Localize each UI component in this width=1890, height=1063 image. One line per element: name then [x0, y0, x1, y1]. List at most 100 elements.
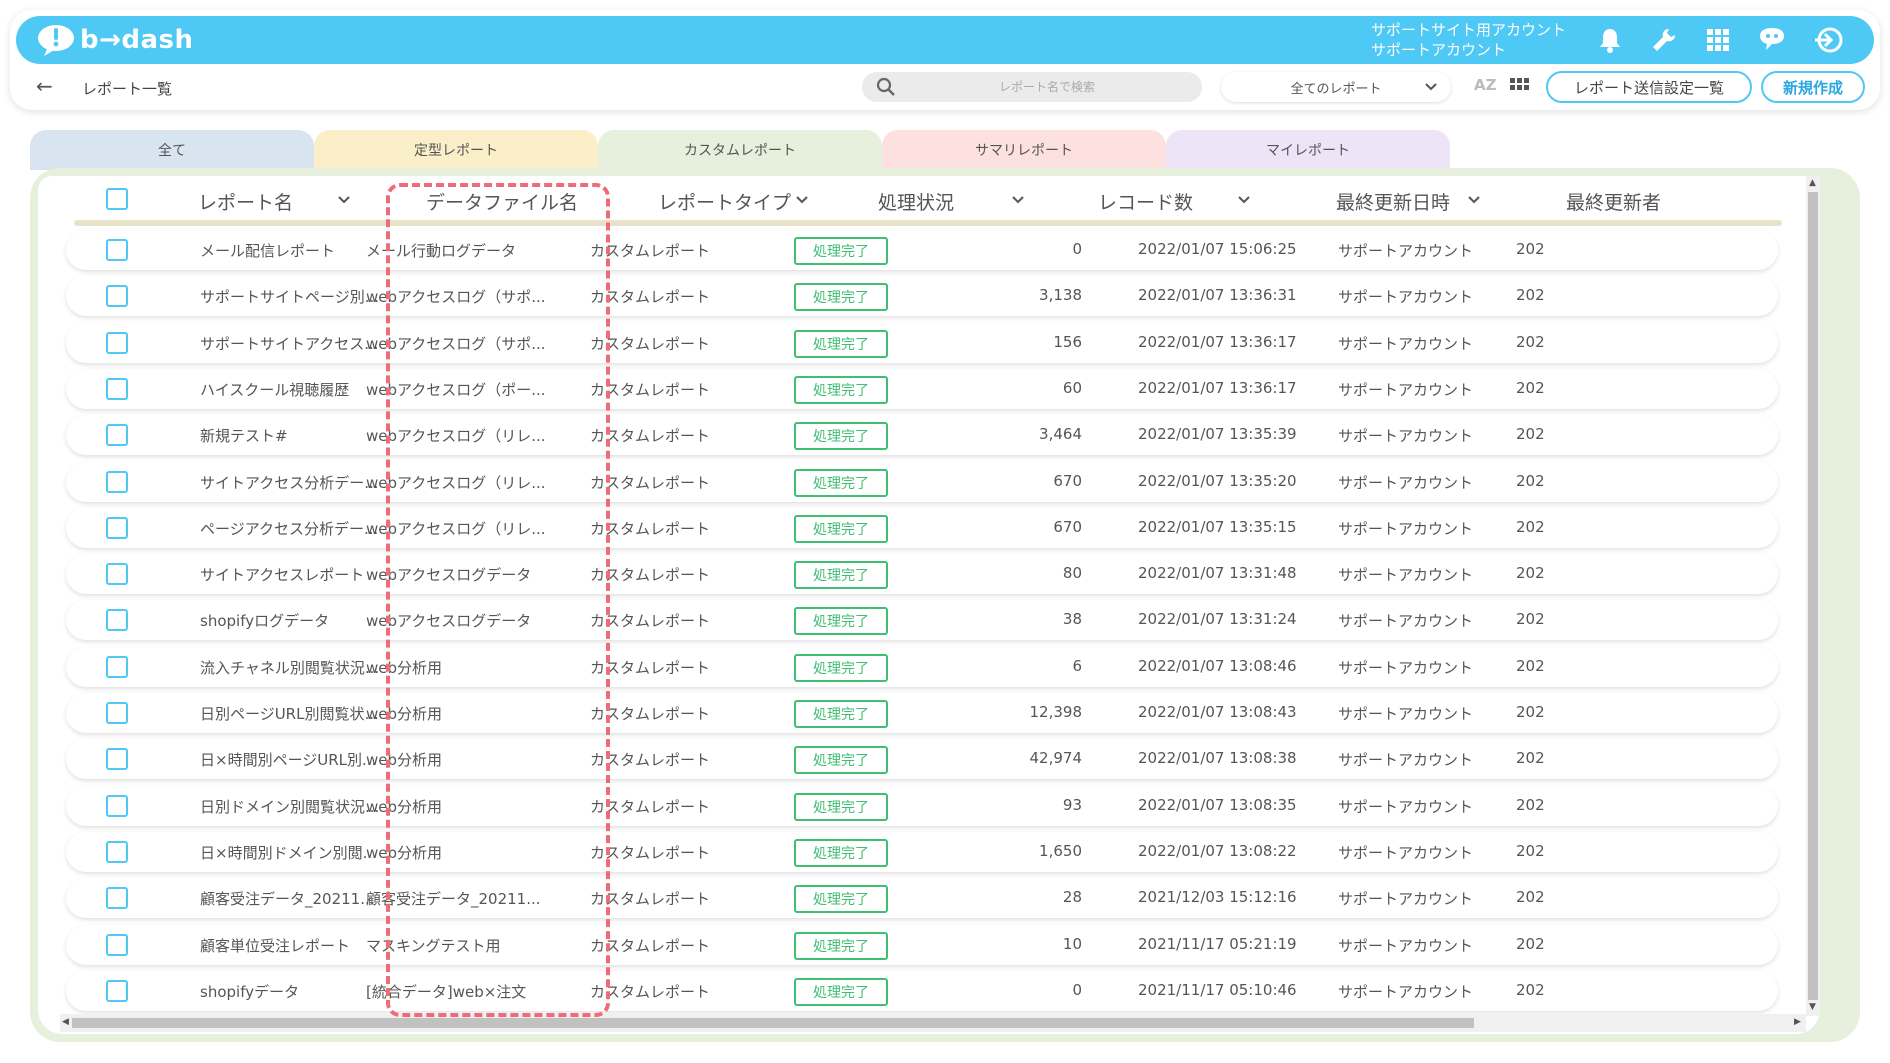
sort-chevron-icon[interactable] [336, 192, 352, 208]
report-name-cell[interactable]: 日別ページURL別閲覧状... [200, 703, 379, 724]
back-arrow-icon[interactable]: ← [36, 74, 53, 98]
row-checkbox[interactable] [106, 516, 128, 539]
table-row[interactable]: 顧客受注データ_20211... 顧客受注データ_20211... カスタムレポート… [66, 878, 1778, 919]
horizontal-scroll-thumb[interactable] [72, 1018, 1474, 1028]
row-checkbox[interactable] [106, 424, 128, 447]
new-report-button[interactable]: 新規作成 [1761, 71, 1865, 103]
report-name-cell[interactable]: shopifyデータ [200, 981, 299, 1002]
table-row[interactable]: 流入チャネル別閲覧状況... web分析用 カスタムレポート 処理完了 6 2022/01… [66, 646, 1778, 687]
support-chat-icon[interactable] [1756, 24, 1788, 56]
vertical-scrollbar[interactable]: ▲ ▼ [1806, 176, 1820, 1016]
tab-4[interactable]: マイレポート [1166, 130, 1450, 170]
table-row[interactable]: shopifyログデータ webアクセスログデータ カスタムレポート 処理完了 38 20… [66, 600, 1778, 641]
tab-2[interactable]: カスタムレポート [598, 130, 882, 170]
scroll-up-arrow-icon[interactable]: ▲ [1809, 178, 1816, 188]
report-name-cell[interactable]: ページアクセス分析デー... [200, 518, 378, 539]
sort-chevron-icon[interactable] [1010, 192, 1026, 208]
column-header-2[interactable]: レポートタイプ [658, 188, 791, 215]
report-name-cell[interactable]: 新規テスト# [200, 425, 288, 446]
report-name-cell[interactable]: サポートサイトページ別... [200, 286, 379, 307]
table-row[interactable]: 日別ドメイン別閲覧状況... web分析用 カスタムレポート 処理完了 93 2022/0… [66, 785, 1778, 826]
row-checkbox[interactable] [106, 331, 128, 354]
data-file-cell: webアクセスログ（サポ... [366, 288, 546, 307]
table-row[interactable]: 顧客単位受注レポート マスキングテスト用 カスタムレポート 処理完了 10 2021/11… [66, 924, 1778, 965]
bell-icon[interactable] [1594, 24, 1626, 56]
report-name-cell[interactable]: 顧客単位受注レポート [200, 935, 350, 956]
status-badge: 処理完了 [794, 653, 888, 682]
grid-view-icon[interactable] [1510, 76, 1530, 96]
scroll-left-arrow-icon[interactable]: ◀ [62, 1017, 69, 1027]
report-name-cell[interactable]: 日×時間別ページURL別... [200, 749, 376, 770]
search-input[interactable] [902, 72, 1192, 102]
table-row[interactable]: ハイスクール視聴履歴 webアクセスログ（ポー... カスタムレポート 処理完了 60 2… [66, 368, 1778, 409]
horizontal-scrollbar[interactable]: ◀ ▶ [60, 1014, 1806, 1032]
table-row[interactable]: ページアクセス分析デー... webアクセスログ（リレ... カスタムレポート 処理完… [66, 507, 1778, 548]
row-checkbox[interactable] [106, 748, 128, 771]
report-name-cell[interactable]: サポートサイトアクセス... [200, 333, 379, 354]
report-name-cell[interactable]: メール配信レポート [200, 240, 335, 261]
table-row[interactable]: 日×時間別ドメイン別閲... web分析用 カスタムレポート 処理完了 1,650 202… [66, 831, 1778, 872]
report-name-cell[interactable]: ハイスクール視聴履歴 [200, 379, 349, 400]
table-row[interactable]: 日×時間別ページURL別... web分析用 カスタムレポート 処理完了 42,974 2… [66, 739, 1778, 780]
row-checkbox[interactable] [106, 979, 128, 1002]
scroll-down-arrow-icon[interactable]: ▼ [1809, 1002, 1816, 1012]
row-checkbox[interactable] [106, 794, 128, 817]
search-box[interactable] [862, 72, 1202, 102]
table-row[interactable]: サポートサイトアクセス... webアクセスログ（サポ... カスタムレポート 処理完… [66, 322, 1778, 363]
apps-grid-icon[interactable] [1702, 24, 1734, 56]
select-all-checkbox[interactable] [106, 188, 128, 210]
tab-0[interactable]: 全て [30, 130, 314, 170]
column-header-4[interactable]: レコード数 [1098, 188, 1193, 215]
row-checkbox[interactable] [106, 887, 128, 910]
sort-chevron-icon[interactable] [1236, 192, 1252, 208]
row-checkbox[interactable] [106, 655, 128, 678]
column-header-1[interactable]: データファイル名 [426, 188, 578, 215]
column-header-3[interactable]: 処理状況 [878, 188, 954, 215]
sort-az-icon[interactable]: AZ [1474, 76, 1497, 94]
table-row[interactable]: メール配信レポート メール行動ログデータ カスタムレポート 処理完了 0 2022/01/… [66, 230, 1778, 270]
table-row[interactable]: サポートサイトページ別... webアクセスログ（サポ... カスタムレポート 処理完… [66, 276, 1778, 317]
row-checkbox[interactable] [106, 702, 128, 724]
tab-1[interactable]: 定型レポート [314, 130, 598, 170]
bdash-logo[interactable]: b→dash [36, 22, 194, 58]
table-row[interactable]: サイトアクセス分析デー... webアクセスログ（リレ... カスタムレポート 処理完… [66, 461, 1778, 502]
report-name-cell[interactable]: shopifyログデータ [200, 610, 329, 631]
tab-3[interactable]: サマリレポート [882, 130, 1166, 170]
row-checkbox[interactable] [106, 609, 128, 632]
row-checkbox[interactable] [106, 239, 128, 261]
report-name-cell[interactable]: 日別ドメイン別閲覧状況... [200, 796, 379, 817]
logo-text: b→dash [80, 25, 194, 55]
report-send-settings-button[interactable]: レポート送信設定一覧 [1546, 71, 1752, 103]
sort-chevron-icon[interactable] [1466, 192, 1482, 208]
row-checkbox[interactable] [106, 285, 128, 308]
table-row[interactable]: 日別ページURL別閲覧状... web分析用 カスタムレポート 処理完了 12,398 2… [66, 693, 1778, 733]
sort-chevron-icon[interactable] [794, 192, 810, 208]
report-name-cell[interactable]: サイトアクセス分析デー... [200, 472, 379, 493]
wrench-icon[interactable] [1648, 24, 1680, 56]
report-name-cell[interactable]: 日×時間別ドメイン別閲... [200, 842, 377, 863]
last-updater-cell: サポートアカウント [1338, 751, 1474, 770]
row-checkbox[interactable] [106, 933, 128, 956]
last-updater-cell: サポートアカウント [1338, 519, 1474, 538]
row-checkbox[interactable] [106, 840, 128, 863]
column-header-6[interactable]: 最終更新者 [1566, 188, 1661, 215]
report-type-cell: カスタムレポート [590, 380, 711, 399]
column-header-5[interactable]: 最終更新日時 [1336, 188, 1450, 215]
row-checkbox[interactable] [106, 377, 128, 400]
table-row[interactable]: 新規テスト# webアクセスログ（リレ... カスタムレポート 処理完了 3,464 20… [66, 415, 1778, 456]
report-filter-select[interactable]: 全てのレポート [1221, 72, 1451, 102]
data-file-cell: webアクセスログ（リレ... [366, 519, 546, 538]
scroll-right-arrow-icon[interactable]: ▶ [1794, 1017, 1801, 1027]
column-header-0[interactable]: レポート名 [198, 188, 293, 215]
row-checkbox[interactable] [106, 470, 128, 493]
data-file-cell: [統合データ]web×注文 [366, 982, 527, 1001]
logout-icon[interactable] [1812, 24, 1844, 56]
table-row[interactable]: shopifyデータ [統合データ]web×注文 カスタムレポート 処理完了 0 2021… [66, 970, 1778, 1011]
report-name-cell[interactable]: 顧客受注データ_20211... [200, 888, 375, 909]
report-name-cell[interactable]: 流入チャネル別閲覧状況... [200, 657, 379, 678]
last-updater-cell: サポートアカウント [1338, 566, 1474, 585]
row-checkbox[interactable] [106, 563, 128, 586]
vertical-scroll-thumb[interactable] [1808, 192, 1818, 1000]
table-row[interactable]: サイトアクセスレポート webアクセスログデータ カスタムレポート 処理完了 80 202… [66, 554, 1778, 595]
report-name-cell[interactable]: サイトアクセスレポート [200, 564, 364, 585]
